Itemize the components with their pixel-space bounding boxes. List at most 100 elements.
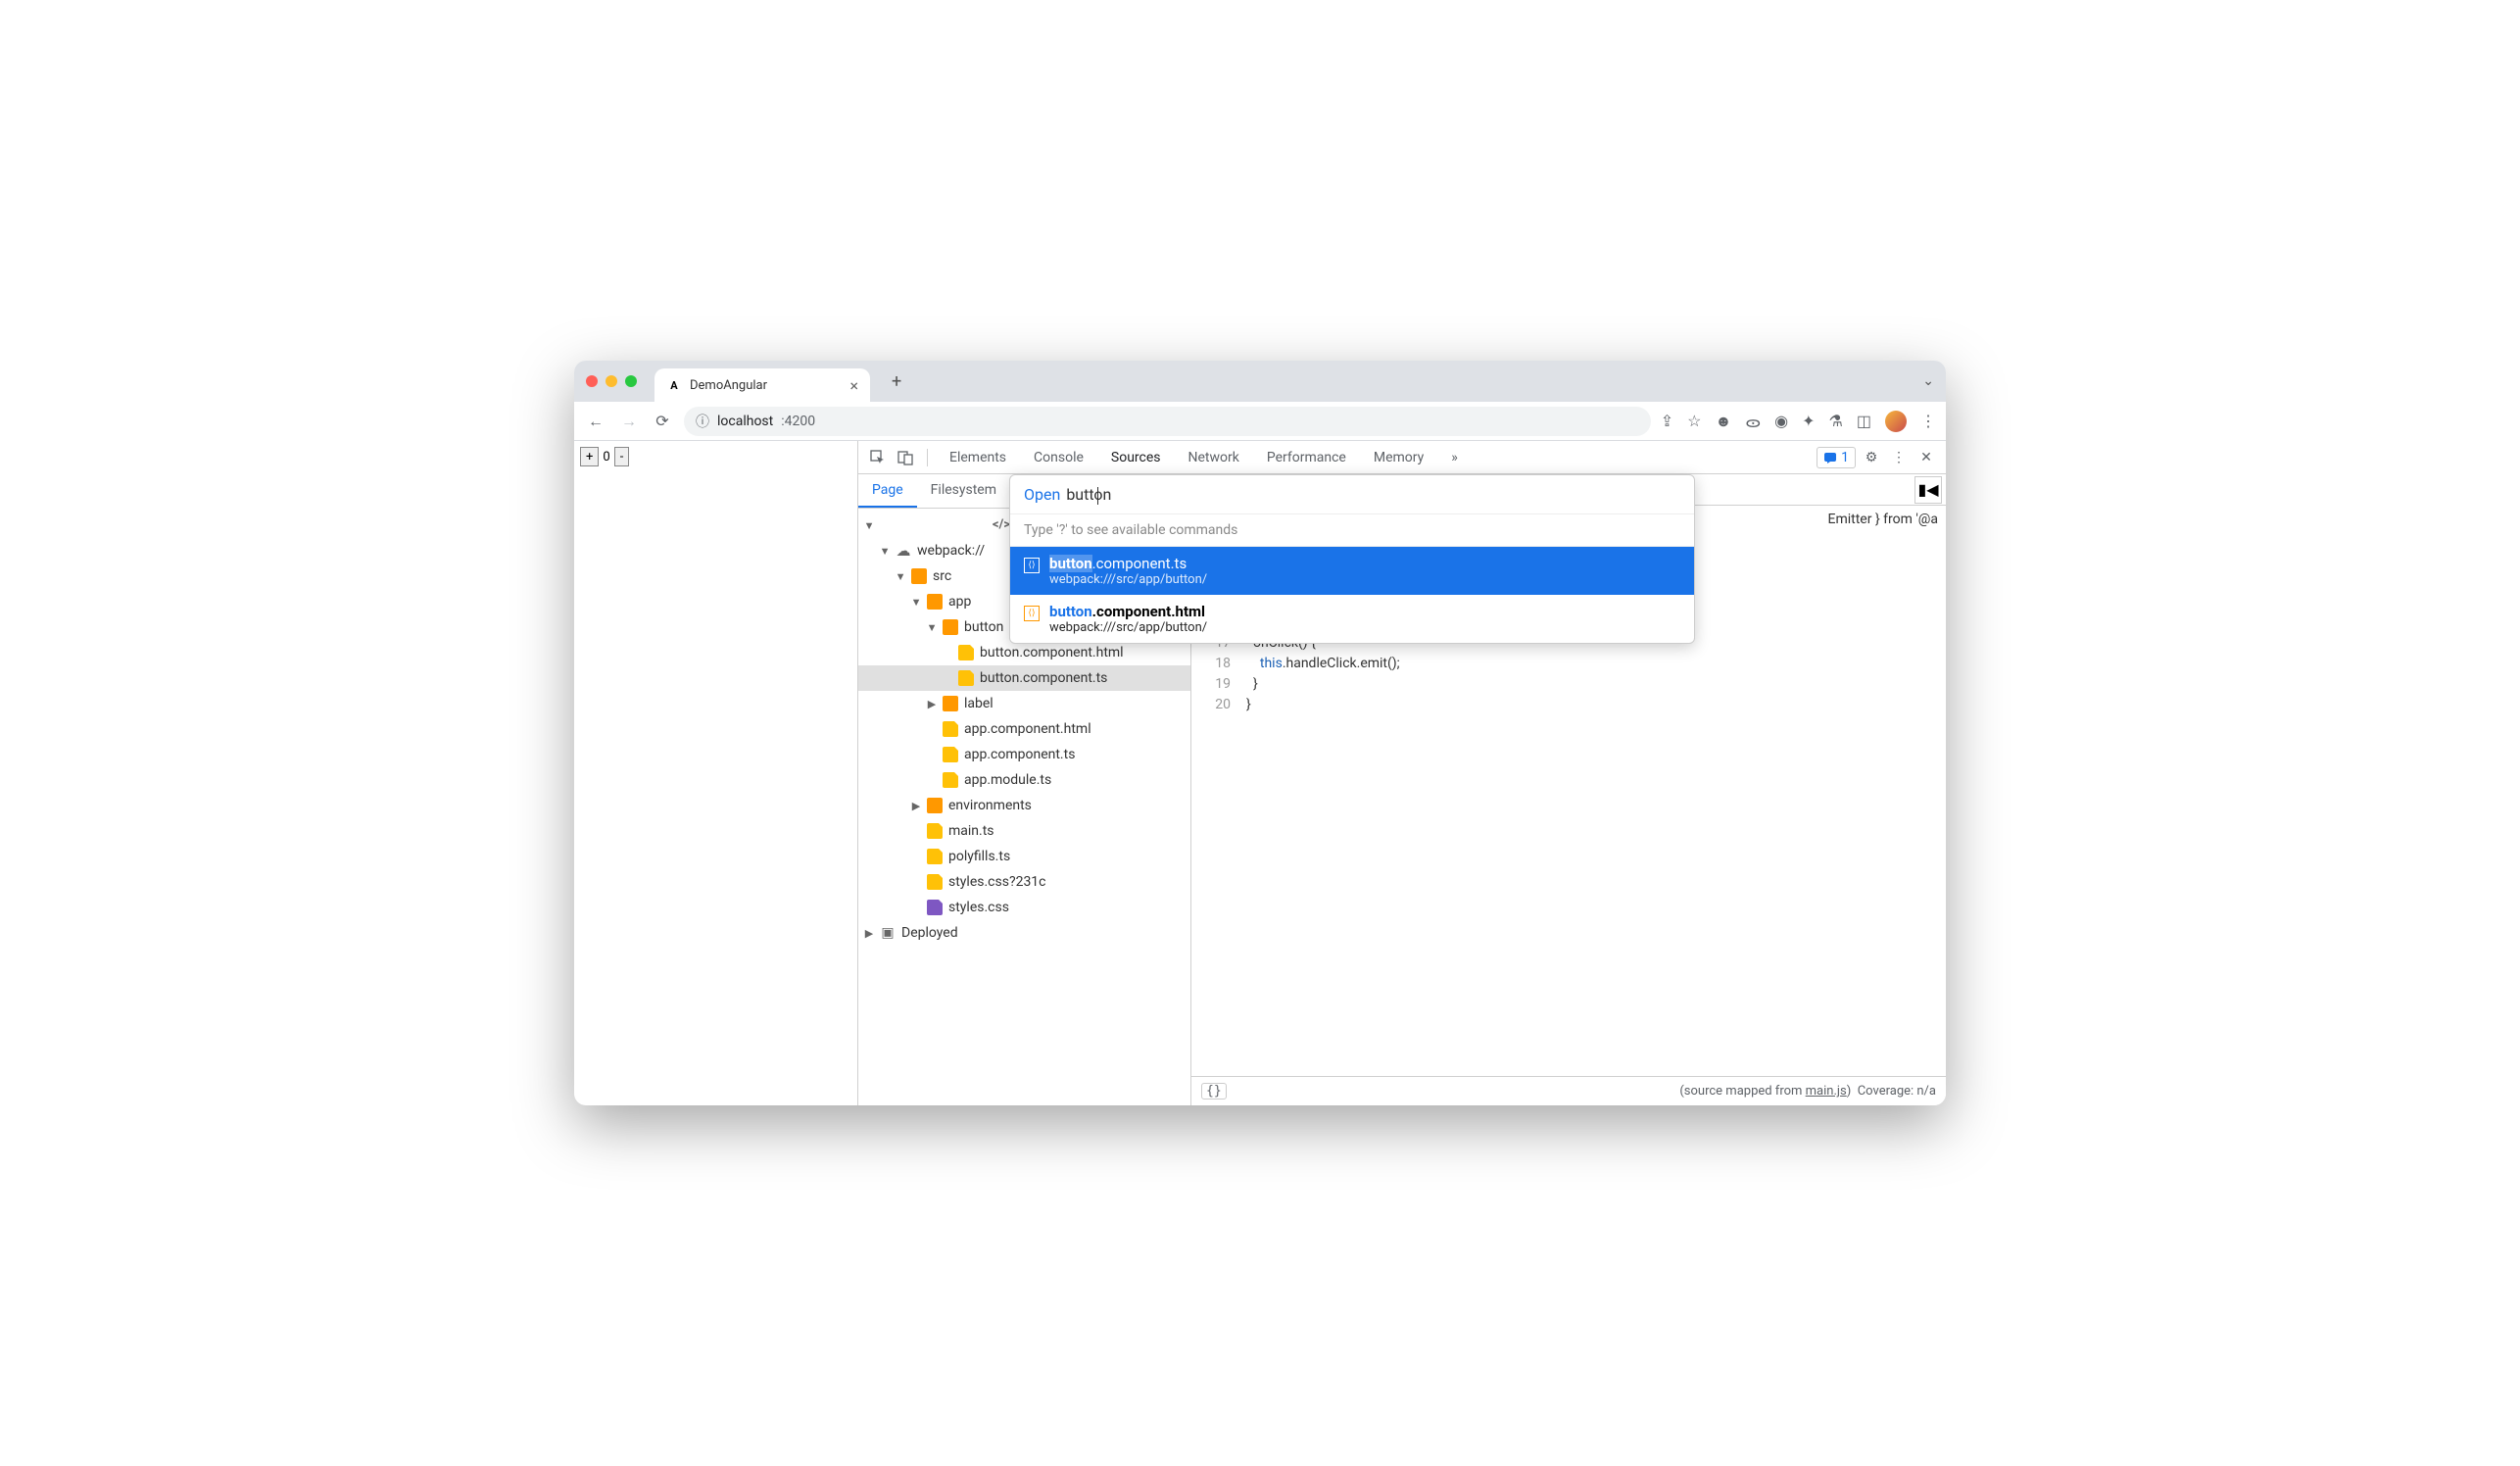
tab-more[interactable]: » [1439, 441, 1470, 474]
open-query: button [1066, 485, 1111, 504]
share-icon[interactable]: ⇪ [1661, 412, 1673, 430]
address-input[interactable]: ⓘ localhost :4200 [684, 407, 1651, 436]
site-info-icon[interactable]: ⓘ [696, 412, 709, 431]
file-icon [927, 874, 943, 890]
extension-icon-2[interactable]: ◉ [1774, 412, 1788, 430]
open-hint: Type '?' to see available commands [1010, 514, 1694, 547]
extension-icon-1[interactable]: ☻ [1715, 412, 1731, 431]
toggle-debugger-icon[interactable]: ▮◀ [1914, 476, 1942, 504]
folder-icon [911, 568, 927, 584]
tab-elements[interactable]: Elements [938, 441, 1018, 474]
devtools-menu-icon[interactable]: ⋮ [1887, 446, 1911, 469]
folder-icon [943, 619, 958, 635]
devtools-tabs: Elements Console Sources Network Perform… [858, 441, 1946, 474]
titlebar: A DemoAngular × + ⌄ [574, 361, 1946, 402]
tree-styles[interactable]: styles.css [858, 895, 1190, 920]
fullscreen-window-icon[interactable] [625, 375, 637, 387]
url-port: :4200 [781, 414, 815, 429]
editor-footer: {} (source mapped from main.js) Coverage… [1191, 1076, 1946, 1105]
file-icon [927, 823, 943, 839]
file-icon [927, 900, 943, 915]
device-toolbar-icon[interactable] [894, 446, 917, 469]
settings-icon[interactable]: ⚙ [1860, 446, 1883, 469]
folder-icon [943, 696, 958, 711]
open-label: Open [1024, 485, 1060, 504]
close-window-icon[interactable] [586, 375, 598, 387]
counter-widget: + 0 - [580, 447, 851, 466]
tab-sources[interactable]: Sources [1099, 441, 1173, 474]
folder-icon [927, 798, 943, 813]
open-file-dialog: Open button Type '?' to see available co… [1009, 474, 1695, 644]
increment-button[interactable]: + [580, 447, 599, 466]
angular-favicon-icon: A [666, 377, 682, 393]
issues-count: 1 [1841, 450, 1849, 465]
counter-value: 0 [601, 450, 611, 464]
source-map-link[interactable]: main.js [1806, 1084, 1847, 1099]
file-result-icon: ⟨⟩ [1024, 606, 1040, 621]
coverage-label: Coverage: n/a [1858, 1084, 1936, 1099]
devtools-panel: Elements Console Sources Network Perform… [858, 441, 1946, 1105]
window-controls [586, 375, 637, 387]
browser-tab[interactable]: A DemoAngular × [654, 368, 870, 402]
tab-console[interactable]: Console [1022, 441, 1095, 474]
tree-button-ts[interactable]: button.component.ts [858, 665, 1190, 691]
toolbar-actions: ⇪ ☆ ☻ ᯣ ◉ ✦ ⚗ ◫ ⋮ [1661, 411, 1936, 432]
tree-deployed[interactable]: ▶▣Deployed [858, 920, 1190, 946]
source-map-info: (source mapped from main.js) Coverage: n… [1679, 1084, 1936, 1099]
minimize-window-icon[interactable] [606, 375, 617, 387]
cloud-icon: ☁ [896, 543, 911, 559]
tab-performance[interactable]: Performance [1255, 441, 1358, 474]
pretty-print-icon[interactable]: {} [1201, 1083, 1227, 1100]
inspect-element-icon[interactable] [866, 446, 890, 469]
forward-button[interactable]: → [617, 410, 641, 433]
browser-window: A DemoAngular × + ⌄ ← → ⟳ ⓘ localhost :42… [574, 361, 1946, 1105]
deploy-icon: ▣ [880, 925, 896, 941]
close-devtools-icon[interactable]: ✕ [1914, 446, 1938, 469]
new-tab-button[interactable]: + [884, 367, 909, 396]
sidepanel-icon[interactable]: ◫ [1857, 412, 1871, 430]
file-icon [927, 849, 943, 864]
subtab-filesystem[interactable]: Filesystem [917, 474, 1010, 508]
tree-app-module[interactable]: app.module.ts [858, 767, 1190, 793]
open-results: ⟨⟩ button.component.ts webpack:///src/ap… [1010, 547, 1694, 643]
tab-overflow-icon[interactable]: ⌄ [1922, 373, 1934, 389]
tree-app-html[interactable]: app.component.html [858, 716, 1190, 742]
tree-main-ts[interactable]: main.ts [858, 818, 1190, 844]
extensions-icon[interactable]: ✦ [1802, 412, 1815, 430]
subtab-page[interactable]: Page [858, 474, 917, 508]
close-tab-icon[interactable]: × [849, 376, 858, 395]
file-icon [958, 645, 974, 660]
tab-memory[interactable]: Memory [1362, 441, 1435, 474]
issues-button[interactable]: 1 [1817, 447, 1856, 468]
tree-polyfills[interactable]: polyfills.ts [858, 844, 1190, 869]
tab-network[interactable]: Network [1177, 441, 1251, 474]
browser-menu-icon[interactable]: ⋮ [1920, 412, 1936, 430]
labs-icon[interactable]: ⚗ [1829, 412, 1843, 430]
open-file-input[interactable]: Open button [1010, 475, 1694, 514]
tree-label-folder[interactable]: ▶label [858, 691, 1190, 716]
file-icon [958, 670, 974, 686]
file-result-icon: ⟨⟩ [1024, 558, 1040, 573]
tab-title: DemoAngular [690, 378, 767, 393]
devtools-body: Page Filesystem » ⋮ ▼</>Authored ▼☁webpa… [858, 474, 1946, 1105]
back-button[interactable]: ← [584, 410, 607, 433]
reload-button[interactable]: ⟳ [651, 410, 674, 433]
open-result-0[interactable]: ⟨⟩ button.component.ts webpack:///src/ap… [1010, 547, 1694, 595]
tree-styles-q[interactable]: styles.css?231c [858, 869, 1190, 895]
separator [927, 449, 928, 466]
file-icon [943, 721, 958, 737]
tree-app-ts[interactable]: app.component.ts [858, 742, 1190, 767]
text-cursor [1097, 487, 1098, 505]
rendered-page: + 0 - [574, 441, 858, 1105]
folder-icon [927, 594, 943, 610]
url-bar: ← → ⟳ ⓘ localhost :4200 ⇪ ☆ ☻ ᯣ ◉ ✦ ⚗ ◫ ⋮ [574, 402, 1946, 441]
decrement-button[interactable]: - [614, 447, 630, 466]
profile-avatar[interactable] [1885, 411, 1907, 432]
open-result-1[interactable]: ⟨⟩ button.component.html webpack:///src/… [1010, 595, 1694, 643]
tree-environments[interactable]: ▶environments [858, 793, 1190, 818]
file-icon [943, 772, 958, 788]
incognito-icon[interactable]: ᯣ [1745, 411, 1761, 432]
file-icon [943, 747, 958, 762]
url-host: localhost [717, 414, 773, 429]
bookmark-icon[interactable]: ☆ [1687, 412, 1701, 430]
